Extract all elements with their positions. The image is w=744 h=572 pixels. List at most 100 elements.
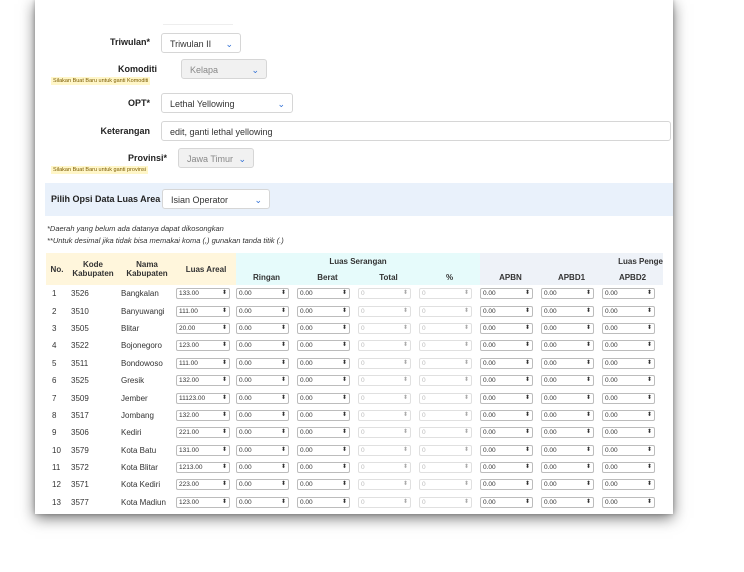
total-input[interactable]: 0 ⬍: [358, 288, 411, 300]
apbd1-input[interactable]: 0.00 ⬍: [541, 479, 594, 491]
luas-areal-input[interactable]: 111.00 ⬍: [176, 357, 230, 369]
total-input[interactable]: 0 ⬍: [358, 427, 411, 439]
total-input[interactable]: 0 ⬍: [358, 409, 411, 421]
luas-areal-input[interactable]: 123.00 ⬍: [176, 340, 230, 352]
luas-areal-input[interactable]: 132.00 ⬍: [176, 375, 230, 387]
opt-select[interactable]: Lethal Yellowing ⌄: [161, 93, 293, 113]
apbd2-input[interactable]: 0.00 ⬍: [602, 409, 655, 421]
total-input[interactable]: 0 ⬍: [358, 496, 411, 508]
persen-input[interactable]: 0 ⬍: [419, 409, 472, 421]
persen-input[interactable]: 0 ⬍: [419, 305, 472, 317]
total-input[interactable]: 0 ⬍: [358, 375, 411, 387]
apbd1-input[interactable]: 0.00 ⬍: [541, 340, 594, 352]
ringan-input[interactable]: 0.00 ⬍: [236, 340, 289, 352]
apbn-input[interactable]: 0.00 ⬍: [480, 479, 533, 491]
apbd2-input[interactable]: 0.00 ⬍: [602, 427, 655, 439]
apbd1-input[interactable]: 0.00 ⬍: [541, 392, 594, 404]
apbd2-input[interactable]: 0.00 ⬍: [602, 305, 655, 317]
luas-areal-input[interactable]: 221.00 ⬍: [176, 427, 230, 439]
ringan-input[interactable]: 0.00 ⬍: [236, 427, 289, 439]
total-input[interactable]: 0 ⬍: [358, 479, 411, 491]
total-input[interactable]: 0 ⬍: [358, 357, 411, 369]
persen-input[interactable]: 0 ⬍: [419, 288, 472, 300]
apbd2-input[interactable]: 0.00 ⬍: [602, 496, 655, 508]
luas-areal-input[interactable]: 11123.00 ⬍: [176, 392, 230, 404]
ringan-input[interactable]: 0.00 ⬍: [236, 496, 289, 508]
apbd2-input[interactable]: 0.00 ⬍: [602, 479, 655, 491]
apbn-input[interactable]: 0.00 ⬍: [480, 409, 533, 421]
berat-input[interactable]: 0.00 ⬍: [297, 288, 350, 300]
apbd1-input[interactable]: 0.00 ⬍: [541, 375, 594, 387]
persen-input[interactable]: 0 ⬍: [419, 496, 472, 508]
luas-areal-input[interactable]: 1213.00 ⬍: [176, 462, 230, 474]
persen-input[interactable]: 0 ⬍: [419, 375, 472, 387]
total-input[interactable]: 0 ⬍: [358, 392, 411, 404]
apbd1-input[interactable]: 0.00 ⬍: [541, 322, 594, 334]
ringan-input[interactable]: 0.00 ⬍: [236, 462, 289, 474]
apbd2-input[interactable]: 0.00 ⬍: [602, 340, 655, 352]
luas-areal-input[interactable]: 133.00 ⬍: [176, 288, 230, 300]
apbd2-input[interactable]: 0.00 ⬍: [602, 322, 655, 334]
luas-area-select[interactable]: Isian Operator ⌄: [162, 189, 270, 209]
apbn-input[interactable]: 0.00 ⬍: [480, 340, 533, 352]
persen-input[interactable]: 0 ⬍: [419, 340, 472, 352]
apbd2-input[interactable]: 0.00 ⬍: [602, 392, 655, 404]
berat-input[interactable]: 0.00 ⬍: [297, 357, 350, 369]
luas-areal-input[interactable]: 131.00 ⬍: [176, 444, 230, 456]
persen-input[interactable]: 0 ⬍: [419, 427, 472, 439]
berat-input[interactable]: 0.00 ⬍: [297, 305, 350, 317]
ringan-input[interactable]: 0.00 ⬍: [236, 444, 289, 456]
apbd2-input[interactable]: 0.00 ⬍: [602, 462, 655, 474]
apbd1-input[interactable]: 0.00 ⬍: [541, 427, 594, 439]
ringan-input[interactable]: 0.00 ⬍: [236, 479, 289, 491]
persen-input[interactable]: 0 ⬍: [419, 462, 472, 474]
ringan-input[interactable]: 0.00 ⬍: [236, 357, 289, 369]
apbd1-input[interactable]: 0.00 ⬍: [541, 444, 594, 456]
apbd1-input[interactable]: 0.00 ⬍: [541, 288, 594, 300]
apbd1-input[interactable]: 0.00 ⬍: [541, 357, 594, 369]
persen-input[interactable]: 0 ⬍: [419, 444, 472, 456]
apbn-input[interactable]: 0.00 ⬍: [480, 462, 533, 474]
apbn-input[interactable]: 0.00 ⬍: [480, 357, 533, 369]
persen-input[interactable]: 0 ⬍: [419, 479, 472, 491]
total-input[interactable]: 0 ⬍: [358, 322, 411, 334]
berat-input[interactable]: 0.00 ⬍: [297, 462, 350, 474]
ringan-input[interactable]: 0.00 ⬍: [236, 375, 289, 387]
luas-areal-input[interactable]: 123.00 ⬍: [176, 496, 230, 508]
apbd2-input[interactable]: 0.00 ⬍: [602, 357, 655, 369]
berat-input[interactable]: 0.00 ⬍: [297, 496, 350, 508]
berat-input[interactable]: 0.00 ⬍: [297, 340, 350, 352]
apbn-input[interactable]: 0.00 ⬍: [480, 322, 533, 334]
komoditi-select[interactable]: Kelapa ⌄: [181, 59, 267, 79]
luas-areal-input[interactable]: 20.00 ⬍: [176, 322, 230, 334]
ringan-input[interactable]: 0.00 ⬍: [236, 392, 289, 404]
berat-input[interactable]: 0.00 ⬍: [297, 409, 350, 421]
luas-areal-input[interactable]: 111.00 ⬍: [176, 305, 230, 317]
triwulan-select[interactable]: Triwulan II ⌄: [161, 33, 241, 53]
berat-input[interactable]: 0.00 ⬍: [297, 375, 350, 387]
apbd1-input[interactable]: 0.00 ⬍: [541, 496, 594, 508]
apbn-input[interactable]: 0.00 ⬍: [480, 496, 533, 508]
berat-input[interactable]: 0.00 ⬍: [297, 322, 350, 334]
persen-input[interactable]: 0 ⬍: [419, 392, 472, 404]
apbn-input[interactable]: 0.00 ⬍: [480, 288, 533, 300]
apbd2-input[interactable]: 0.00 ⬍: [602, 288, 655, 300]
total-input[interactable]: 0 ⬍: [358, 340, 411, 352]
apbd1-input[interactable]: 0.00 ⬍: [541, 462, 594, 474]
apbn-input[interactable]: 0.00 ⬍: [480, 305, 533, 317]
berat-input[interactable]: 0.00 ⬍: [297, 444, 350, 456]
apbn-input[interactable]: 0.00 ⬍: [480, 427, 533, 439]
total-input[interactable]: 0 ⬍: [358, 462, 411, 474]
keterangan-input[interactable]: edit, ganti lethal yellowing: [161, 121, 671, 141]
apbn-input[interactable]: 0.00 ⬍: [480, 392, 533, 404]
persen-input[interactable]: 0 ⬍: [419, 357, 472, 369]
apbd2-input[interactable]: 0.00 ⬍: [602, 444, 655, 456]
ringan-input[interactable]: 0.00 ⬍: [236, 409, 289, 421]
ringan-input[interactable]: 0.00 ⬍: [236, 305, 289, 317]
berat-input[interactable]: 0.00 ⬍: [297, 427, 350, 439]
luas-areal-input[interactable]: 132.00 ⬍: [176, 409, 230, 421]
luas-areal-input[interactable]: 223.00 ⬍: [176, 479, 230, 491]
provinsi-select[interactable]: Jawa Timur ⌄: [178, 148, 254, 168]
persen-input[interactable]: 0 ⬍: [419, 322, 472, 334]
total-input[interactable]: 0 ⬍: [358, 444, 411, 456]
